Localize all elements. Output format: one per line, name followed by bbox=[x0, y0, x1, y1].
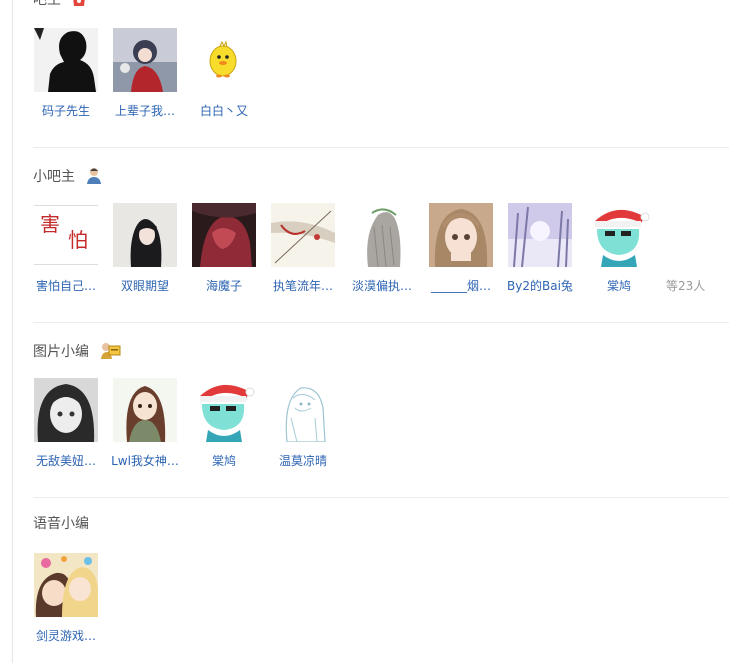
section-title: 吧主 bbox=[33, 0, 87, 11]
member-card[interactable]: 剑灵游戏… bbox=[34, 553, 104, 643]
member-name[interactable]: 棠鸠 bbox=[186, 454, 262, 468]
section-title: 图片小编 bbox=[33, 341, 121, 363]
member-name[interactable]: 无敌美妞… bbox=[28, 454, 104, 468]
section-divider bbox=[33, 497, 729, 498]
member-card[interactable]: 无敌美妞… bbox=[34, 378, 104, 468]
user-icon bbox=[85, 166, 103, 188]
member-name[interactable]: 白白丶又 bbox=[186, 104, 262, 118]
member-name[interactable]: 淡漠偏执… bbox=[344, 279, 420, 293]
member-card[interactable]: 害 怕 害怕自己… bbox=[34, 203, 104, 293]
member-card[interactable]: 棠鸠 bbox=[587, 203, 657, 293]
section-title: 语音小编 bbox=[33, 516, 89, 532]
member-card[interactable]: ______烟… bbox=[429, 203, 499, 293]
member-name[interactable]: 温莫凉晴 bbox=[265, 454, 341, 468]
member-card[interactable]: 码子先生 bbox=[34, 28, 104, 118]
member-card[interactable]: 淡漠偏执… bbox=[350, 203, 420, 293]
member-name[interactable]: 棠鸠 bbox=[581, 279, 657, 293]
member-card[interactable]: 温莫凉晴 bbox=[271, 378, 341, 468]
editor-badge-icon bbox=[99, 341, 121, 363]
section-title-text: 吧主 bbox=[33, 0, 61, 8]
avatar[interactable] bbox=[508, 203, 572, 267]
avatar[interactable] bbox=[192, 378, 256, 442]
member-card[interactable]: 白白丶又 bbox=[192, 28, 262, 118]
owner-badge-icon bbox=[71, 0, 87, 11]
member-name[interactable]: 码子先生 bbox=[28, 104, 104, 118]
member-name[interactable]: 害怕自己… bbox=[28, 279, 104, 293]
avatar[interactable] bbox=[113, 378, 177, 442]
member-card[interactable]: 上辈子我… bbox=[113, 28, 183, 118]
avatar[interactable] bbox=[34, 378, 98, 442]
section-divider bbox=[33, 147, 729, 148]
section-title: 小吧主 bbox=[33, 166, 103, 188]
member-card[interactable]: 双眼期望 bbox=[113, 203, 183, 293]
svg-text:怕: 怕 bbox=[68, 228, 88, 252]
member-name[interactable]: 海魔子 bbox=[186, 279, 262, 293]
avatar[interactable] bbox=[350, 203, 414, 267]
member-card[interactable]: Lwl我女神… bbox=[111, 378, 183, 468]
more-count[interactable]: 等23人 bbox=[666, 277, 705, 294]
avatar[interactable]: 害 怕 bbox=[34, 203, 98, 267]
avatar[interactable] bbox=[34, 553, 98, 617]
section-title-text: 小吧主 bbox=[33, 169, 75, 185]
section-title-text: 语音小编 bbox=[33, 516, 89, 532]
avatar[interactable] bbox=[192, 203, 256, 267]
avatar[interactable] bbox=[192, 28, 256, 92]
member-name[interactable]: 执笔流年… bbox=[265, 279, 341, 293]
avatar[interactable] bbox=[113, 203, 177, 267]
member-name[interactable]: By2的Bai兔 bbox=[502, 279, 578, 293]
member-card[interactable]: 海魔子 bbox=[192, 203, 262, 293]
member-name[interactable]: Lwl我女神… bbox=[107, 454, 183, 468]
member-card[interactable]: By2的Bai兔 bbox=[507, 203, 578, 293]
avatar[interactable] bbox=[271, 203, 335, 267]
member-name[interactable]: 剑灵游戏… bbox=[28, 629, 104, 643]
member-name[interactable]: 双眼期望 bbox=[107, 279, 183, 293]
left-border bbox=[12, 0, 13, 663]
member-card[interactable]: 棠鸠 bbox=[192, 378, 262, 468]
avatar[interactable] bbox=[271, 378, 335, 442]
member-name[interactable]: ______烟… bbox=[423, 279, 499, 293]
section-title-text: 图片小编 bbox=[33, 344, 89, 360]
avatar[interactable] bbox=[587, 203, 651, 267]
svg-text:害: 害 bbox=[40, 212, 60, 236]
avatar[interactable] bbox=[34, 28, 98, 92]
avatar[interactable] bbox=[429, 203, 493, 267]
avatar[interactable] bbox=[113, 28, 177, 92]
section-divider bbox=[33, 322, 729, 323]
member-card[interactable]: 执笔流年… bbox=[271, 203, 341, 293]
member-name[interactable]: 上辈子我… bbox=[107, 104, 183, 118]
